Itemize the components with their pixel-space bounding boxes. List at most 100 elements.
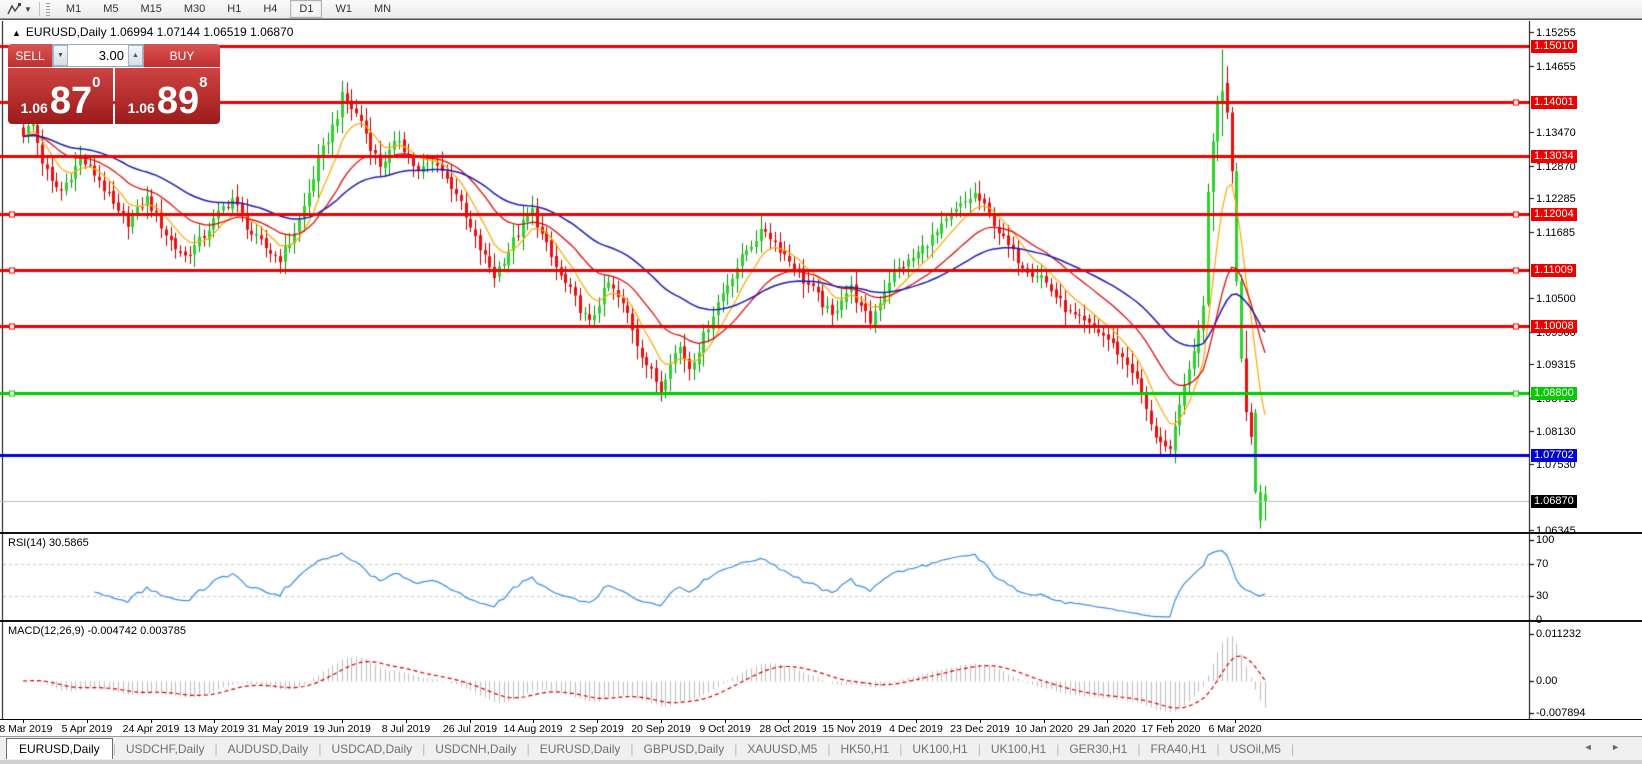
- timeframe-button-M5[interactable]: M5: [94, 0, 127, 18]
- macd-canvas[interactable]: [0, 622, 1642, 719]
- toolbar: ▼ M1M5M15 M30H1H4D1W1MN: [0, 0, 1642, 19]
- tab-scroll-arrows[interactable]: ◄ ►: [1584, 742, 1628, 752]
- buy-price-big: 89: [157, 84, 199, 118]
- volume-stepper: ▼ ▲: [52, 44, 144, 67]
- volume-input[interactable]: [68, 45, 128, 66]
- collapse-arrow-icon[interactable]: ▲: [12, 28, 21, 38]
- chart-title-text: EURUSD,Daily 1.06994 1.07144 1.06519 1.0…: [26, 25, 294, 39]
- date-label: 29 Jan 2020: [1078, 723, 1136, 735]
- timeframe-button-M30[interactable]: M30: [175, 0, 214, 18]
- chart-tab-UK100-H1[interactable]: UK100,H1: [981, 740, 1056, 758]
- macd-tick-0.011232: 0.011232: [1536, 628, 1581, 641]
- date-label: 23 Dec 2019: [950, 723, 1010, 735]
- rsi-label: RSI(14) 30.5865: [8, 537, 89, 549]
- date-label: 19 Jun 2019: [313, 723, 371, 735]
- chart-tab-AUDUSD-Daily[interactable]: AUDUSD,Daily: [218, 740, 319, 758]
- date-label: 2 Sep 2019: [570, 723, 624, 735]
- timeframe-button-M15[interactable]: M15: [131, 0, 170, 18]
- chevron-down-icon: ▼: [24, 5, 32, 14]
- buy-price-sup: 8: [199, 74, 207, 91]
- timeframe-buttons: M1M5M15 M30H1H4D1W1MN: [55, 0, 402, 18]
- chart-tab-FRA40-H1[interactable]: FRA40,H1: [1140, 740, 1216, 758]
- buy-price-prefix: 1.06: [128, 98, 155, 118]
- date-label: 4 Dec 2019: [889, 723, 943, 735]
- date-label: 8 Jul 2019: [382, 723, 430, 735]
- volume-increase-button[interactable]: ▲: [128, 45, 143, 66]
- timeframe-button-W1[interactable]: W1: [326, 0, 361, 18]
- price-tick-1.08130: 1.08130: [1536, 426, 1576, 439]
- date-label: 14 Aug 2019: [504, 723, 563, 735]
- chart-tab-USDCAD-Daily[interactable]: USDCAD,Daily: [321, 740, 422, 758]
- chart-tab-USDCNH-Daily[interactable]: USDCNH,Daily: [425, 740, 526, 758]
- chart-tool-icon[interactable]: ▼: [4, 2, 35, 17]
- chart-title: ▲ EURUSD,Daily 1.06994 1.07144 1.06519 1.…: [12, 25, 293, 39]
- date-label: 26 Jul 2019: [443, 723, 497, 735]
- chart-tab-USOil-M5[interactable]: USOil,M5: [1220, 740, 1291, 758]
- polyline-icon: [7, 3, 22, 16]
- timeframe-button-H4[interactable]: H4: [254, 0, 286, 18]
- macd-label: MACD(12,26,9) -0.004742 0.003785: [8, 625, 186, 637]
- one-click-trading-panel: SELL ▼ ▲ BUY 1.06 87 0 1.06 89 8: [8, 44, 220, 124]
- date-label: 28 Oct 2019: [759, 723, 816, 735]
- sell-button[interactable]: SELL: [8, 44, 52, 67]
- main-chart-canvas[interactable]: [0, 21, 1642, 532]
- sell-price-prefix: 1.06: [21, 98, 48, 118]
- rsi-tick-30: 30: [1536, 590, 1548, 603]
- toolbar-grip[interactable]: [46, 3, 50, 16]
- date-label: 31 May 2019: [248, 723, 309, 735]
- date-label: 13 May 2019: [184, 723, 245, 735]
- chart-tab-XAUUSD-M5[interactable]: XAUUSD,M5: [737, 740, 827, 758]
- chart-tab-GBPUSD-Daily[interactable]: GBPUSD,Daily: [634, 740, 735, 758]
- macd-tick--0.007894: -0.007894: [1536, 707, 1586, 720]
- date-label: 6 Mar 2020: [1208, 723, 1261, 735]
- price-level-badge-1.11009[interactable]: 1.11009: [1531, 264, 1576, 277]
- date-label: 10 Jan 2020: [1015, 723, 1073, 735]
- timeframe-button-D1[interactable]: D1: [290, 0, 322, 18]
- chart-tab-UK100-H1[interactable]: UK100,H1: [902, 740, 977, 758]
- sell-price-sup: 0: [92, 74, 100, 91]
- price-tick-1.11685: 1.11685: [1536, 227, 1575, 240]
- time-axis: 18 Mar 20195 Apr 201924 Apr 201913 May 2…: [0, 719, 1642, 737]
- buy-price-box[interactable]: 1.06 89 8: [115, 68, 220, 124]
- chart-tab-USDCHF-Daily[interactable]: USDCHF,Daily: [116, 740, 215, 758]
- rsi-tick-0: 0: [1536, 614, 1542, 627]
- date-label: 17 Feb 2020: [1142, 723, 1201, 735]
- price-level-badge-1.08800[interactable]: 1.08800: [1531, 387, 1577, 400]
- trading-platform-screen: ▼ M1M5M15 M30H1H4D1W1MN ▲ EURUSD,Daily 1.0…: [0, 0, 1642, 764]
- price-tick-1.14655: 1.14655: [1536, 61, 1576, 74]
- price-level-badge-1.07702[interactable]: 1.07702: [1531, 449, 1577, 462]
- price-level-badge-1.13034[interactable]: 1.13034: [1531, 150, 1577, 163]
- date-label: 15 Nov 2019: [822, 723, 882, 735]
- chart-tab-HK50-H1[interactable]: HK50,H1: [830, 740, 899, 758]
- timeframe-button-H1[interactable]: H1: [218, 0, 250, 18]
- price-tick-1.12285: 1.12285: [1536, 193, 1576, 206]
- macd-panel: MACD(12,26,9) -0.004742 0.003785 0.01123…: [0, 622, 1642, 719]
- bottom-strip: [0, 760, 1642, 764]
- date-label: 5 Apr 2019: [62, 723, 113, 735]
- chart-window: ▲ EURUSD,Daily 1.06994 1.07144 1.06519 1.…: [0, 19, 1642, 736]
- chart-tab-EURUSD-Daily[interactable]: EURUSD,Daily: [6, 738, 113, 759]
- rsi-tick-70: 70: [1536, 558, 1548, 571]
- timeframe-button-MN[interactable]: MN: [365, 0, 400, 18]
- macd-tick-0.00: 0.00: [1536, 675, 1557, 688]
- buy-button[interactable]: BUY: [144, 44, 220, 67]
- price-tick-1.09315: 1.09315: [1536, 359, 1576, 372]
- rsi-tick-100: 100: [1536, 534, 1554, 547]
- current-price-badge: 1.06870: [1531, 495, 1577, 508]
- price-level-badge-1.15010[interactable]: 1.15010: [1531, 40, 1577, 53]
- chart-tab-bar: EURUSD,Daily|USDCHF,Daily|AUDUSD,Daily|U…: [0, 736, 1642, 760]
- price-level-badge-1.10008[interactable]: 1.10008: [1531, 320, 1577, 333]
- chart-tab-GER30-H1[interactable]: GER30,H1: [1059, 740, 1137, 758]
- tab-separator: |: [1291, 742, 1294, 756]
- rsi-panel: RSI(14) 30.5865 10070300: [0, 534, 1642, 620]
- price-level-badge-1.14001[interactable]: 1.14001: [1531, 96, 1577, 109]
- date-label: 20 Sep 2019: [631, 723, 691, 735]
- timeframe-button-M1[interactable]: M1: [57, 0, 90, 18]
- volume-decrease-button[interactable]: ▼: [53, 45, 68, 66]
- rsi-canvas[interactable]: [0, 534, 1642, 620]
- price-tick-1.10500: 1.10500: [1536, 293, 1576, 306]
- date-label: 18 Mar 2019: [0, 723, 52, 735]
- sell-price-box[interactable]: 1.06 87 0: [8, 68, 113, 124]
- price-level-badge-1.12004[interactable]: 1.12004: [1531, 208, 1577, 221]
- chart-tab-EURUSD-Daily[interactable]: EURUSD,Daily: [530, 740, 631, 758]
